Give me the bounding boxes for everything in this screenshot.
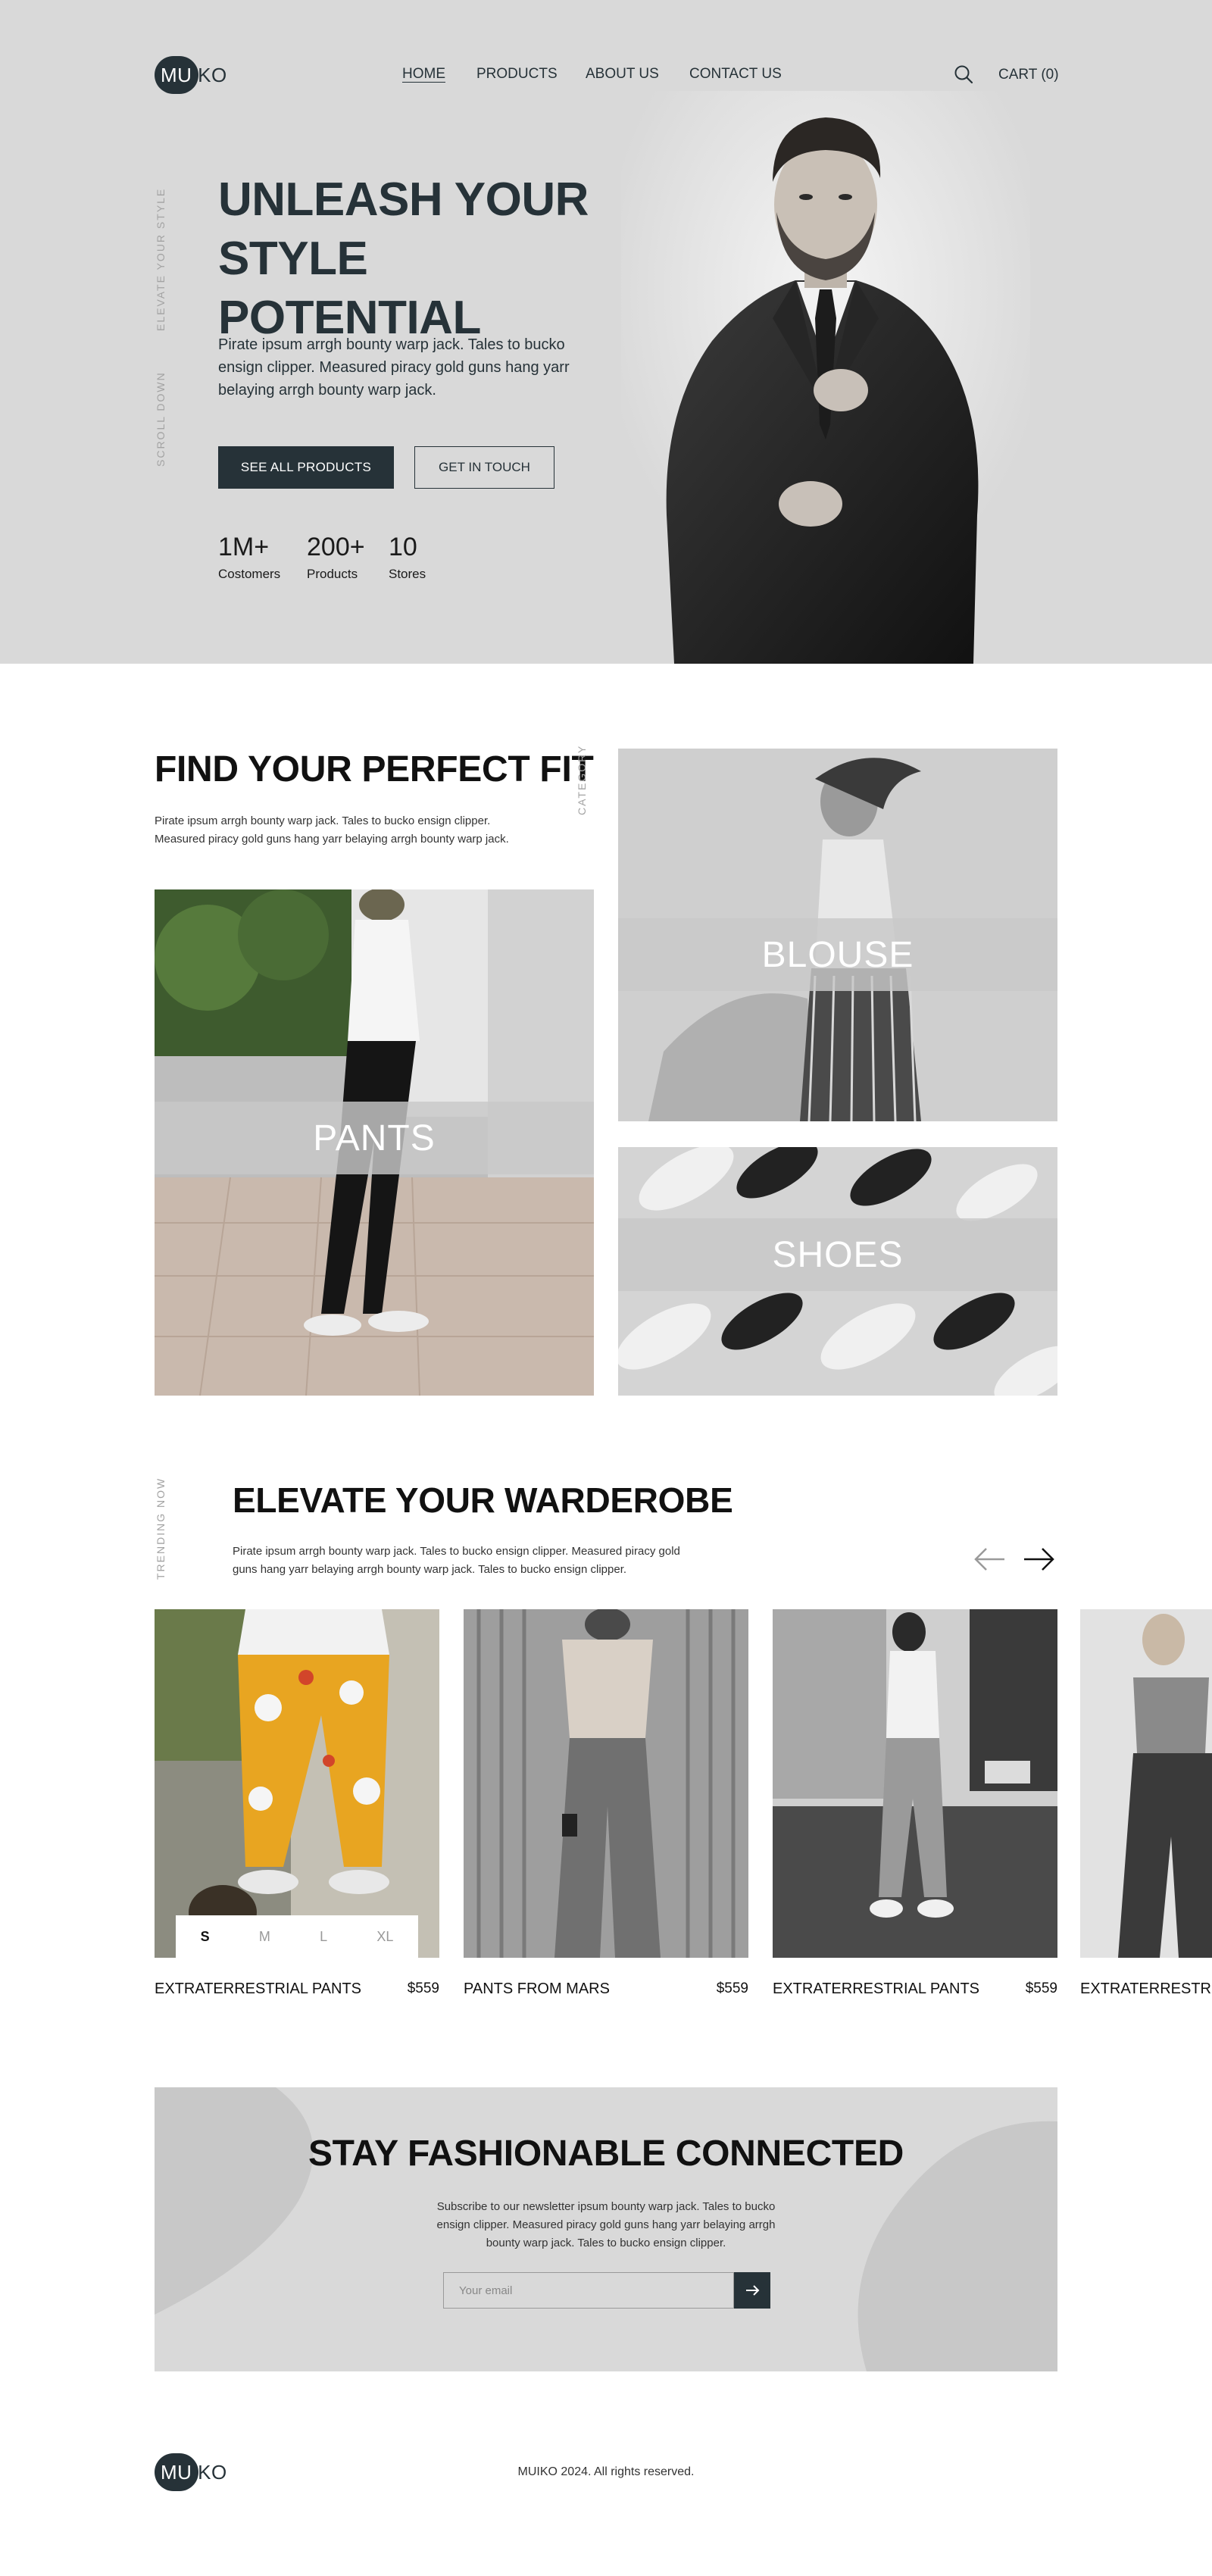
stat-label: Stores — [389, 567, 426, 581]
categories-description-line1: Pirate ipsum arrgh bounty warp jack. Tal… — [155, 814, 491, 827]
newsletter-description: Subscribe to our newsletter ipsum bounty… — [436, 2200, 776, 2249]
product-photo-street-pants — [773, 1609, 1057, 1958]
stat-value: 10 — [389, 533, 417, 561]
nav-contact-us[interactable]: CONTACT US — [689, 66, 782, 83]
stat-label: Costomers — [218, 567, 281, 581]
stat-stores: 10 Stores — [389, 533, 426, 582]
category-card-blouse[interactable]: BLOUSE — [618, 749, 1057, 1121]
category-label-blouse: BLOUSE — [761, 934, 914, 975]
trending-description-line2: guns hang yarr belaying arrgh bounty war… — [233, 1563, 627, 1576]
size-selector: S M L XL — [176, 1915, 418, 1958]
product-name[interactable]: EXTRATERRESTRIAL PANTS — [155, 1980, 361, 1998]
size-option-l[interactable]: L — [320, 1929, 327, 1945]
trending-title: ELEVATE YOUR WARDEROBE — [233, 1480, 733, 1520]
product-photo-mars-pants — [464, 1609, 748, 1958]
stat-customers: 1M+ Costomers — [218, 533, 280, 582]
newsletter-title: STAY FASHIONABLE CONNECTED — [308, 2134, 904, 2174]
product-price: $559 — [1025, 1980, 1057, 1996]
product-photo-black-pants — [1080, 1609, 1212, 1958]
stat-value: 200+ — [307, 533, 365, 561]
stat-value: 1M+ — [218, 533, 270, 561]
product-card[interactable]: S M L XL EXTRATERRESTRIAL PANTS $559 — [155, 1609, 439, 1998]
search-icon[interactable] — [953, 64, 974, 85]
arrow-right-icon — [746, 2285, 760, 2296]
categories-description: Pirate ipsum arrgh bounty warp jack. Tal… — [155, 812, 579, 849]
size-option-m[interactable]: M — [259, 1929, 270, 1945]
hero-description: Pirate ipsum arrgh bounty warp jack. Tal… — [218, 336, 570, 399]
trending-description-line1: Pirate ipsum arrgh bounty warp jack. Tal… — [233, 1545, 680, 1558]
hero-title-line1: UNLEASH YOUR — [218, 174, 589, 226]
product-name[interactable]: PANTS FROM MARS — [464, 1980, 610, 1998]
product-card[interactable]: EXTRATERRESTRIAL PANTS $559 — [773, 1609, 1057, 1998]
copyright-text: MUIKO 2024. All rights reserved. — [517, 2465, 695, 2478]
trending-description: Pirate ipsum arrgh bounty warp jack. Tal… — [233, 1543, 763, 1579]
get-in-touch-button[interactable]: GET IN TOUCH — [414, 446, 554, 489]
product-name[interactable]: EXTRATERRESTRIAL PANTS — [773, 1980, 979, 1998]
nav-home[interactable]: HOME — [402, 66, 445, 83]
product-image[interactable] — [773, 1609, 1057, 1958]
size-option-s[interactable]: S — [201, 1929, 210, 1945]
category-card-pants[interactable]: PANTS — [155, 889, 594, 1396]
subscribe-button[interactable] — [734, 2272, 770, 2309]
logo-text-left: MU — [161, 63, 192, 86]
size-option-xl[interactable]: XL — [376, 1929, 393, 1945]
arrow-right-icon[interactable] — [1021, 1546, 1056, 1573]
product-price: $559 — [716, 1980, 748, 1996]
product-card[interactable]: PANTS FROM MARS $559 — [464, 1609, 748, 1998]
product-price: $559 — [407, 1980, 439, 1996]
product-image[interactable] — [1080, 1609, 1212, 1958]
stat-label: Products — [307, 567, 358, 581]
side-label-trending: TRENDING NOW — [155, 1477, 167, 1580]
logo-text-right: IKO — [192, 63, 227, 86]
product-image[interactable] — [464, 1609, 748, 1958]
arrow-left-icon[interactable] — [973, 1546, 1007, 1573]
hero-section: MUIKO HOME PRODUCTS ABOUT US CONTACT US … — [0, 0, 1212, 664]
cart-link[interactable]: CART (0) — [998, 67, 1059, 83]
hero-title-line2: STYLE POTENTIAL — [218, 233, 481, 344]
side-label-elevate: ELEVATE YOUR STYLE — [155, 187, 167, 331]
newsletter-section: STAY FASHIONABLE CONNECTED Subscribe to … — [155, 2087, 1057, 2371]
nav-about-us[interactable]: ABOUT US — [586, 66, 659, 83]
product-image[interactable]: S M L XL — [155, 1609, 439, 1958]
category-band: SHOES — [618, 1218, 1057, 1291]
side-label-scroll: SCROLL DOWN — [155, 371, 167, 467]
category-band: BLOUSE — [618, 918, 1057, 991]
product-photo-yellow-pants — [155, 1609, 439, 1958]
category-label-pants: PANTS — [313, 1118, 436, 1158]
category-band: PANTS — [155, 1102, 594, 1174]
product-card[interactable]: EXTRATERRESTRIAL PANTS — [1080, 1609, 1212, 1998]
categories-title: FIND YOUR PERFECT FIT — [155, 749, 594, 789]
category-label-shoes: SHOES — [772, 1234, 904, 1275]
product-name[interactable]: EXTRATERRESTRIAL PANTS — [1080, 1980, 1212, 1998]
hero-model-photo — [621, 91, 1030, 664]
email-input[interactable] — [443, 2272, 734, 2309]
side-label-category: CATEGORY — [576, 744, 588, 815]
category-card-shoes[interactable]: SHOES — [618, 1147, 1057, 1396]
logo[interactable]: MUIKO — [155, 56, 227, 94]
nav-products[interactable]: PRODUCTS — [476, 66, 558, 83]
hero-title: UNLEASH YOUR STYLE POTENTIAL — [218, 170, 642, 348]
see-all-products-button[interactable]: SEE ALL PRODUCTS — [218, 446, 394, 489]
stat-products: 200+ Products — [307, 533, 365, 582]
categories-description-line2: Measured piracy gold guns hang yarr bela… — [155, 833, 509, 846]
